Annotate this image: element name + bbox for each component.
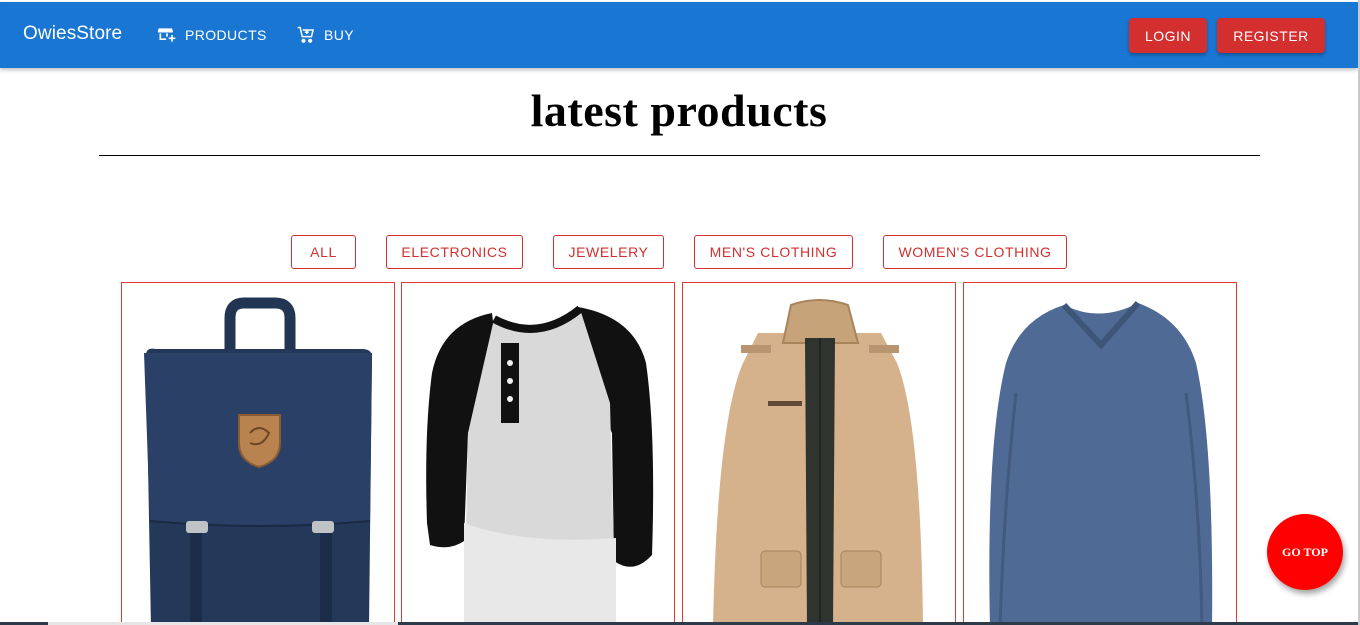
login-button[interactable]: LOGIN: [1129, 18, 1207, 53]
app-bar: OwiesStore PRODUCTS BUY LOGIN REGISTER: [0, 2, 1358, 68]
navy-backpack-image: [144, 297, 372, 625]
nav-buy-link[interactable]: BUY: [296, 25, 354, 45]
brand-logo[interactable]: OwiesStore: [23, 23, 122, 45]
nav-products-link[interactable]: PRODUCTS: [157, 25, 267, 45]
product-card[interactable]: [401, 282, 675, 625]
nav-buy-label: BUY: [324, 27, 354, 43]
product-card[interactable]: [963, 282, 1237, 625]
register-button[interactable]: REGISTER: [1217, 18, 1325, 53]
nav-products-label: PRODUCTS: [185, 27, 267, 43]
store-add-icon: [157, 28, 176, 42]
blue-vneck-longsleeve-image: [989, 301, 1213, 625]
filter-all-button[interactable]: ALL: [291, 235, 356, 269]
khaki-cotton-jacket-image: [713, 299, 923, 625]
filter-jewelery-button[interactable]: JEWELERY: [553, 235, 664, 269]
filter-electronics-button[interactable]: ELECTRONICS: [386, 235, 523, 269]
go-top-button[interactable]: GO TOP: [1267, 514, 1343, 590]
product-card[interactable]: [682, 282, 956, 625]
filter-womens-clothing-button[interactable]: WOMEN'S CLOTHING: [883, 235, 1067, 269]
product-card[interactable]: [121, 282, 395, 625]
raglan-henley-shirt-image: [426, 305, 654, 625]
title-divider: [99, 155, 1260, 156]
filter-mens-clothing-button[interactable]: MEN'S CLOTHING: [694, 235, 853, 269]
cart-add-icon: [297, 26, 315, 43]
page-title: latest products: [530, 85, 828, 136]
